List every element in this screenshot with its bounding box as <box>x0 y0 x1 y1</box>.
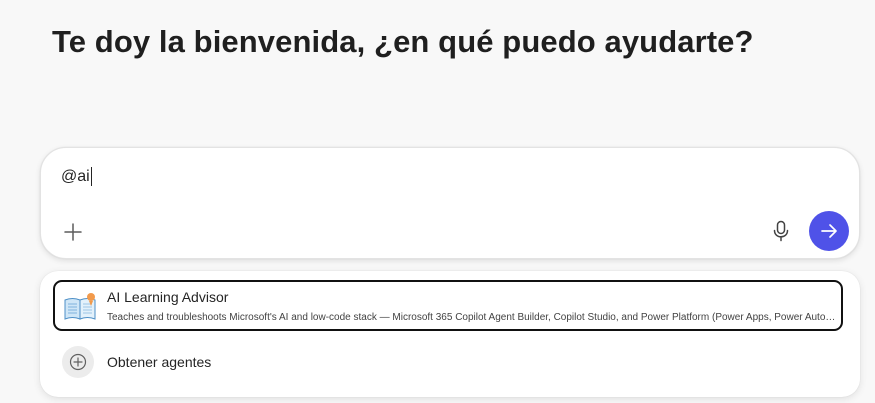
text-caret <box>90 167 92 186</box>
plus-icon <box>64 223 82 241</box>
welcome-heading: Te doy la bienvenida, ¿en qué puedo ayud… <box>52 24 754 59</box>
agent-suggestions-dropdown: AI Learning Advisor Teaches and troubles… <box>40 271 860 397</box>
add-attachment-button[interactable] <box>61 220 85 244</box>
copilot-page: Te doy la bienvenida, ¿en qué puedo ayud… <box>0 0 875 403</box>
get-agents-label: Obtener agentes <box>107 354 212 370</box>
microphone-icon <box>773 220 789 242</box>
get-agents-icon-wrap <box>62 346 94 378</box>
get-agents-button[interactable]: Obtener agentes <box>62 345 211 379</box>
chat-composer: @ai <box>40 147 860 259</box>
agent-description: Teaches and troubleshoots Microsoft's AI… <box>107 312 837 323</box>
send-button[interactable] <box>809 211 849 251</box>
plus-circle-icon <box>69 353 87 371</box>
message-input-text: @ai <box>61 167 90 185</box>
microphone-button[interactable] <box>768 218 794 244</box>
agent-name: AI Learning Advisor <box>107 289 229 305</box>
agent-option-ai-learning-advisor[interactable]: AI Learning Advisor Teaches and troubles… <box>53 280 843 331</box>
open-book-icon <box>64 293 96 320</box>
message-input[interactable]: @ai <box>61 167 92 186</box>
arrow-right-icon <box>821 224 837 238</box>
